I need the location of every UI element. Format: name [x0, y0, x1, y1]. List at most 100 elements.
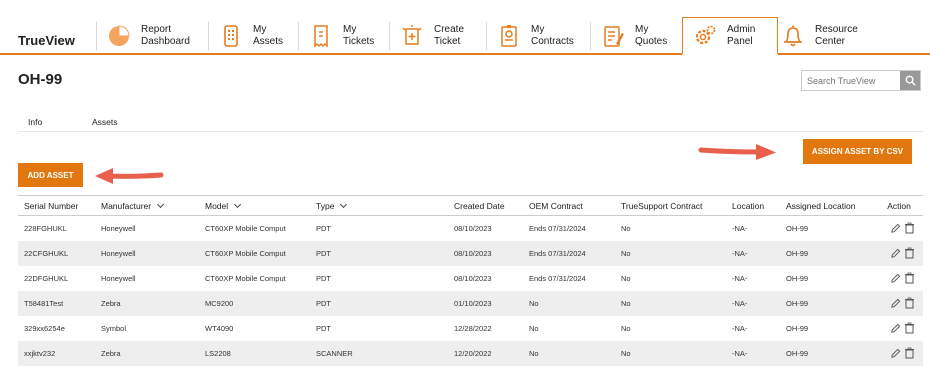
- sub-tabs: Info Assets: [18, 112, 923, 132]
- column-header[interactable]: Location: [726, 195, 780, 216]
- chevron-down-icon[interactable]: [340, 200, 348, 208]
- pie-chart-icon: [107, 24, 131, 48]
- nav-label-1: Report: [141, 24, 172, 35]
- table-cell: -NA-: [726, 290, 780, 316]
- edit-pencil-icon[interactable]: [890, 323, 901, 334]
- table-cell: OH-99: [786, 323, 809, 333]
- column-header[interactable]: OEM Contract: [523, 195, 615, 216]
- table-cell: LS2208: [199, 340, 310, 366]
- table-cell: -NA-: [732, 323, 748, 333]
- page-title: OH-99: [18, 71, 63, 88]
- column-header[interactable]: Manufacturer: [95, 195, 199, 216]
- table-cell: No: [523, 340, 615, 366]
- tab-info[interactable]: Info: [28, 117, 42, 127]
- table-cell: Ends 07/31/2024: [529, 223, 586, 233]
- table-cell: OH-99: [780, 290, 875, 316]
- delete-trash-icon[interactable]: [904, 222, 915, 234]
- annotation-arrow-right: [698, 144, 776, 160]
- action-cell: [875, 240, 923, 266]
- column-header[interactable]: Type: [310, 195, 448, 216]
- column-header[interactable]: Assigned Location: [780, 195, 875, 216]
- search-button[interactable]: [900, 71, 920, 90]
- add-asset-button[interactable]: ADD ASSET: [18, 163, 83, 187]
- column-header[interactable]: Model: [199, 195, 310, 216]
- table-cell: No: [523, 290, 615, 316]
- action-cell: [875, 316, 923, 341]
- table-cell: OH-99: [780, 340, 875, 366]
- nav-report-dashboard[interactable]: Report Dashboard: [96, 22, 201, 50]
- table-cell: -NA-: [726, 240, 780, 266]
- table-row[interactable]: 228FGHUKL Honeywell CT60XP Mobile Comput PD…: [18, 216, 923, 241]
- delete-trash-icon[interactable]: [904, 297, 915, 309]
- nav-resource-center[interactable]: Resource Center: [771, 22, 875, 50]
- table-row[interactable]: T58481Test Zebra MC9200 PDT 01/10/2023 No No -N…: [18, 290, 923, 316]
- edit-pencil-icon[interactable]: [890, 248, 901, 259]
- table-cell: MC9200: [199, 290, 310, 316]
- device-icon: [219, 24, 243, 48]
- column-header[interactable]: Serial Number: [18, 195, 95, 216]
- column-header[interactable]: TrueSupport Contract: [615, 195, 726, 216]
- chevron-down-icon[interactable]: [157, 200, 165, 208]
- table-cell: No: [615, 340, 726, 366]
- delete-trash-icon[interactable]: [904, 322, 915, 334]
- table-cell: Ends 07/31/2024: [529, 273, 586, 283]
- table-cell: No: [615, 290, 726, 316]
- table-cell: No: [621, 223, 631, 233]
- action-cell: [875, 266, 923, 291]
- table-header-row: Serial Number Manufacturer Model Type Cr…: [18, 195, 923, 216]
- action-cell: [875, 340, 923, 366]
- search-input[interactable]: [802, 71, 900, 90]
- table-row[interactable]: 22CFGHUKL Honeywell CT60XP Mobile Comput PD…: [18, 240, 923, 266]
- table-cell: 08/10/2023: [454, 223, 492, 233]
- nav-admin-panel[interactable]: Admin Panel: [682, 17, 778, 55]
- table-row[interactable]: xxjktv232 Zebra LS2208 SCANNER 12/20/2022 No N…: [18, 340, 923, 366]
- delete-trash-icon[interactable]: [904, 247, 915, 259]
- table-cell: -NA-: [732, 223, 748, 233]
- table-cell: PDT: [316, 323, 331, 333]
- nav-label-1: Create: [434, 24, 465, 35]
- edit-pencil-icon[interactable]: [890, 298, 901, 309]
- nav-my-quotes[interactable]: My Quotes: [590, 22, 695, 50]
- column-header[interactable]: Created Date: [448, 195, 523, 216]
- bell-icon: [781, 24, 805, 48]
- nav-my-tickets[interactable]: My Tickets: [298, 22, 403, 50]
- quote-icon: [601, 24, 625, 48]
- edit-pencil-icon[interactable]: [890, 348, 901, 359]
- nav-create-ticket[interactable]: Create Ticket: [389, 22, 494, 50]
- brand-logo[interactable]: TrueView: [18, 33, 75, 48]
- table-cell: SCANNER: [310, 340, 448, 366]
- nav-label-1: My: [531, 24, 545, 35]
- assign-asset-by-csv-button[interactable]: ASSIGN ASSET BY CSV: [803, 139, 912, 164]
- table-cell: 22DFGHUKL: [24, 273, 69, 283]
- table-cell: Zebra: [95, 340, 199, 366]
- tab-assets[interactable]: Assets: [92, 117, 118, 127]
- table-cell: PDT: [316, 223, 331, 233]
- chevron-down-icon[interactable]: [234, 200, 242, 208]
- table-cell: 08/10/2023: [454, 273, 492, 283]
- table-cell: 329xx6254e: [24, 323, 65, 333]
- table-cell: CT60XP Mobile Comput: [205, 223, 286, 233]
- nav-label-2: Ticket: [434, 36, 461, 47]
- contract-icon: [497, 24, 521, 48]
- search-box: [801, 70, 921, 91]
- table-cell: Zebra: [95, 290, 199, 316]
- edit-pencil-icon[interactable]: [890, 273, 901, 284]
- table-row[interactable]: 329xx6254e Symbol WT4090 PDT 12/28/2022 No No -…: [18, 316, 923, 341]
- delete-trash-icon[interactable]: [904, 347, 915, 359]
- nav-my-contracts[interactable]: My Contracts: [486, 22, 591, 50]
- table-cell: Honeywell: [101, 223, 136, 233]
- delete-trash-icon[interactable]: [904, 272, 915, 284]
- nav-label-1: Resource: [815, 24, 858, 35]
- table-row[interactable]: 22DFGHUKL Honeywell CT60XP Mobile Comput PD…: [18, 266, 923, 291]
- table-cell: Ends 07/31/2024: [523, 240, 615, 266]
- table-cell: Honeywell: [95, 240, 199, 266]
- edit-pencil-icon[interactable]: [890, 223, 901, 234]
- table-cell: 08/10/2023: [448, 240, 523, 266]
- nav-label-2: Panel: [727, 35, 753, 47]
- table-cell: 12/20/2022: [448, 340, 523, 366]
- table-cell: CT60XP Mobile Comput: [205, 273, 286, 283]
- nav-label-2: Center: [815, 36, 846, 47]
- top-nav: TrueView Report Dashboard My Assets My Tick…: [0, 0, 930, 55]
- table-cell: No: [621, 273, 631, 283]
- table-cell: Honeywell: [101, 273, 136, 283]
